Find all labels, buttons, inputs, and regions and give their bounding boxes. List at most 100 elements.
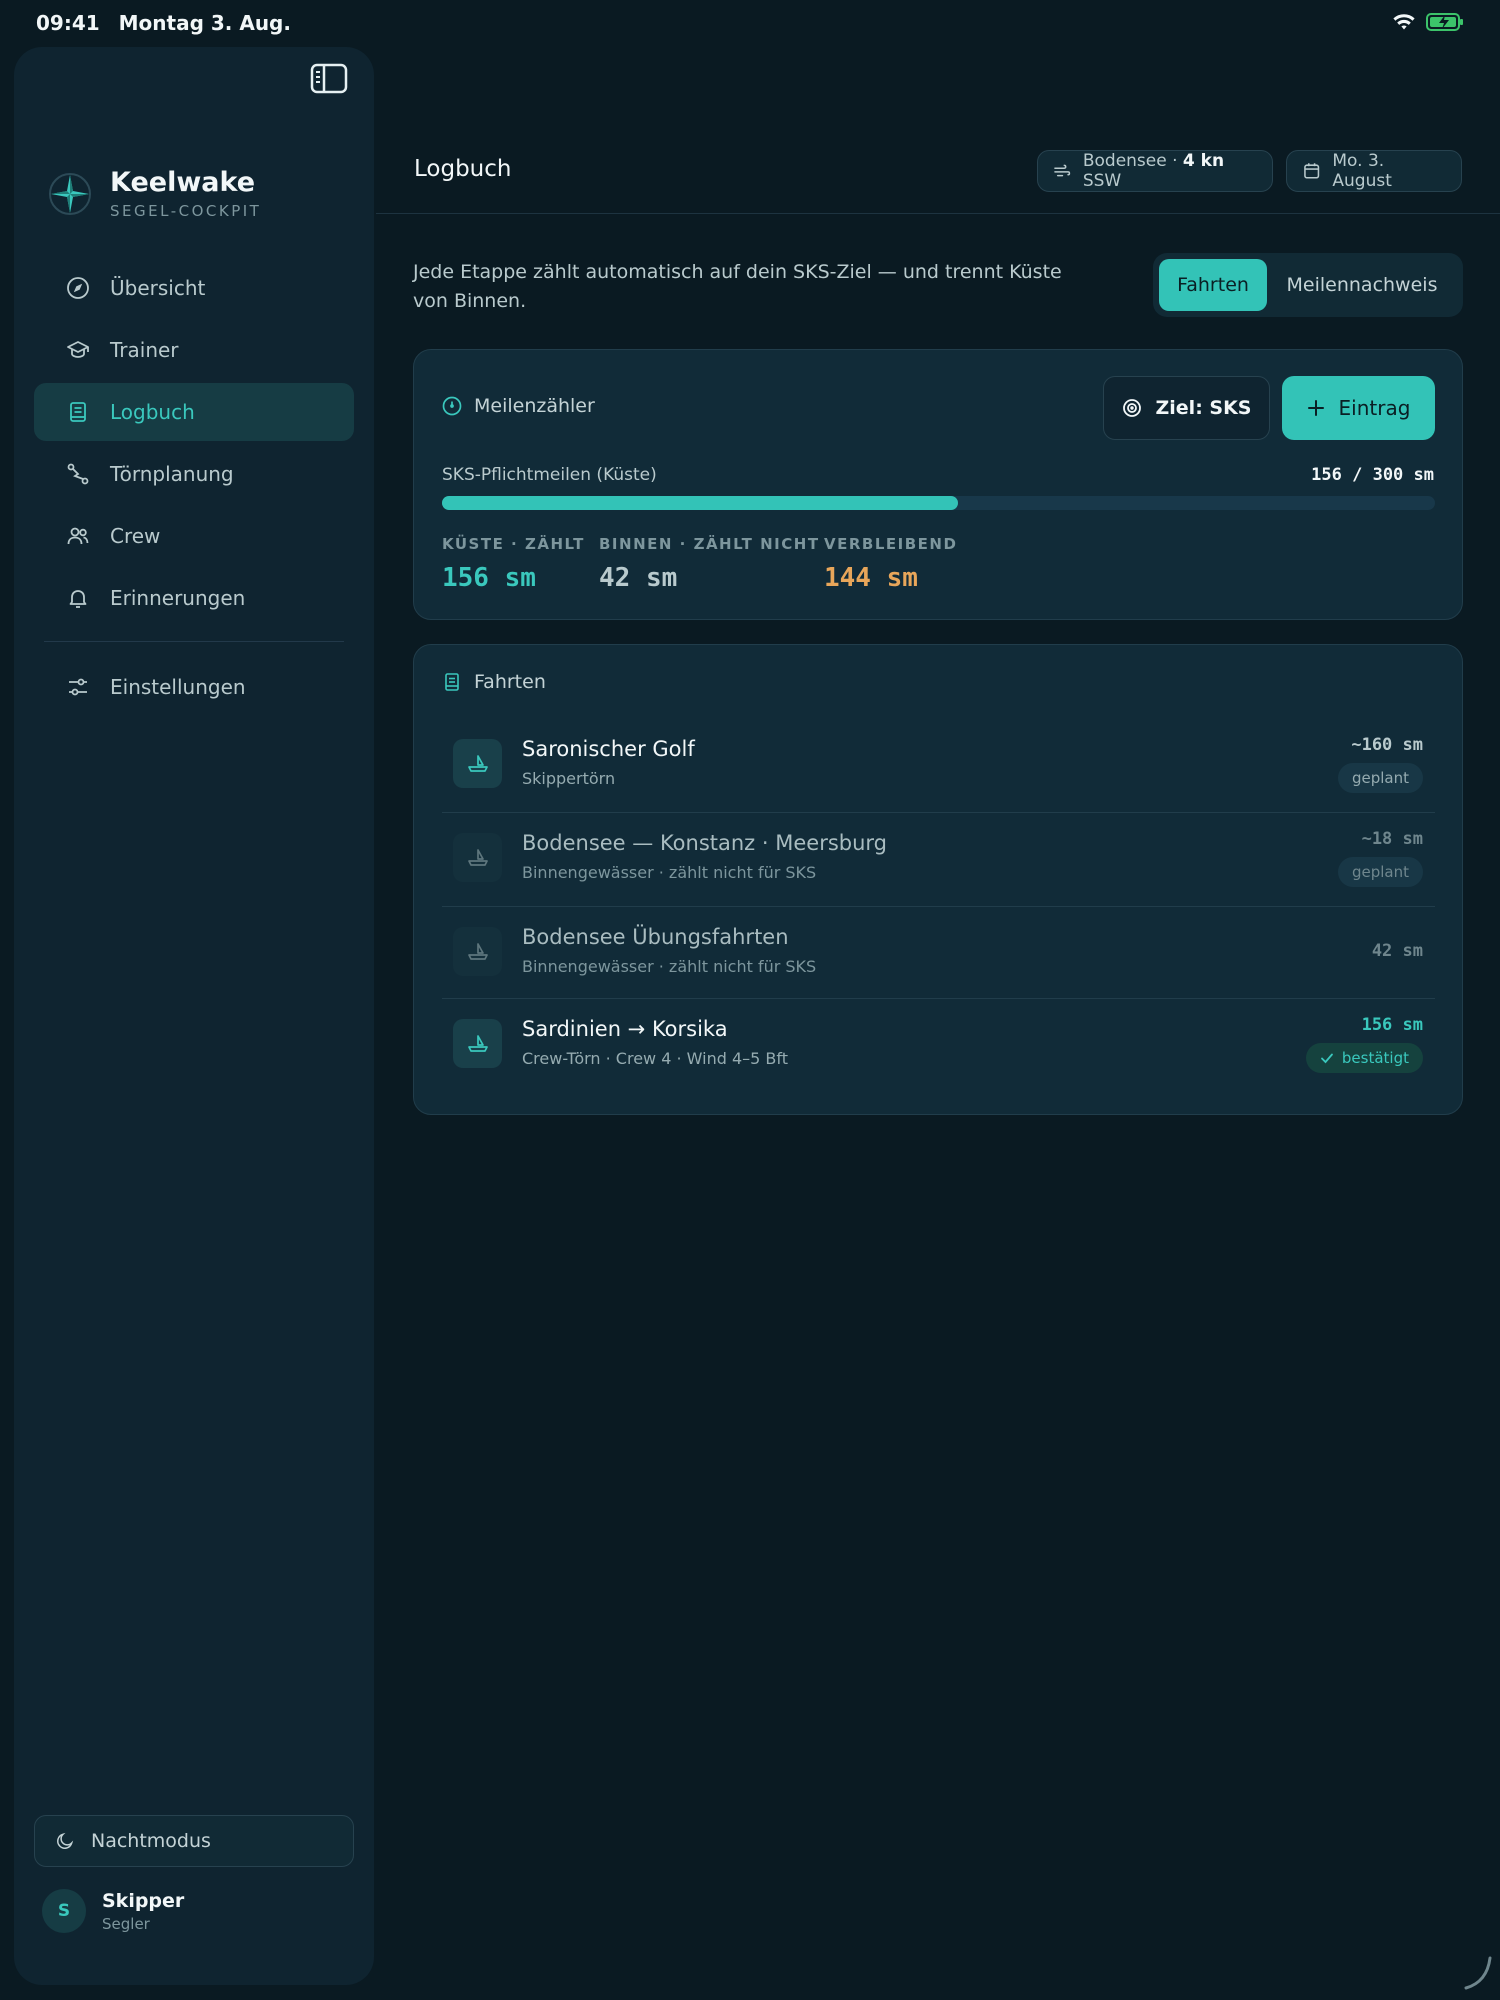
mileage-header: Meilenzähler <box>442 395 595 417</box>
status-badge-label: bestätigt <box>1341 1049 1409 1067</box>
trip-row[interactable]: Sardinien → Korsika Crew-Törn · Crew 4 ·… <box>442 999 1435 1093</box>
sidebar-item-uebersicht[interactable]: Übersicht <box>34 259 354 317</box>
graduation-cap-icon <box>67 341 89 358</box>
nav-divider <box>44 641 344 642</box>
compass-rose-logo <box>49 172 91 215</box>
sidebar-item-label: Einstellungen <box>110 675 246 699</box>
target-icon <box>1122 399 1141 417</box>
status-bar: 09:41 Montag 3. Aug. <box>0 0 1500 44</box>
add-entry-button[interactable]: Eintrag <box>1282 376 1435 440</box>
compass-icon <box>67 277 89 299</box>
boat-icon-tile <box>453 927 502 976</box>
stat-remaining: VERBLEIBEND 144 sm <box>824 535 957 593</box>
boat-icon-tile <box>453 833 502 882</box>
progress-track <box>442 496 1435 510</box>
sailboat-icon <box>467 848 488 866</box>
stat-value: 42 sm <box>599 563 678 593</box>
page-title: Logbuch <box>414 156 512 182</box>
page-header: Logbuch Bodensee · 4 kn SSW Mo. 3. Augus… <box>376 120 1500 214</box>
stat-label: BINNEN · ZÄHLT NICHT <box>599 535 820 553</box>
trip-row[interactable]: Bodensee — Konstanz · Meersburg Binnenge… <box>442 813 1435 907</box>
sidebar-item-erinnerungen[interactable]: Erinnerungen <box>34 569 354 627</box>
trip-row[interactable]: Bodensee Übungsfahrten Binnengewässer · … <box>442 907 1435 999</box>
add-entry-label: Eintrag <box>1338 396 1411 420</box>
status-badge: bestätigt <box>1305 1043 1423 1073</box>
brand-name: Keelwake <box>110 167 256 198</box>
sliders-icon <box>69 678 87 696</box>
trip-row[interactable]: Saronischer Golf Skippertörn ~160 sm gep… <box>442 719 1435 813</box>
sailboat-icon <box>467 1034 488 1052</box>
mileage-title: Meilenzähler <box>474 395 595 417</box>
sidebar-item-logbuch[interactable]: Logbuch <box>34 383 354 441</box>
weather-place: Bodensee · <box>1082 151 1178 171</box>
sidebar-item-label: Crew <box>110 524 161 548</box>
progress-label: SKS-Pflichtmeilen (Küste) <box>442 465 657 485</box>
status-date: Montag 3. Aug. <box>118 11 291 35</box>
bell-icon <box>69 590 87 608</box>
calendar-icon <box>1304 163 1320 179</box>
sidebar-toggle-icon <box>310 63 348 94</box>
night-mode-button[interactable]: Nachtmodus <box>34 1815 354 1867</box>
trip-subtitle: Skippertörn <box>522 769 616 788</box>
sidebar-item-toernplanung[interactable]: Törnplanung <box>34 445 354 503</box>
avatar: S <box>42 1889 86 1933</box>
user-role: Segler <box>102 1914 150 1933</box>
sidebar-item-einstellungen[interactable]: Einstellungen <box>34 658 354 716</box>
sailboat-icon <box>467 942 488 960</box>
stat-label: VERBLEIBEND <box>824 535 958 553</box>
users-icon <box>67 527 89 545</box>
date-label: Mo. 3. August <box>1332 151 1392 191</box>
progress-fill <box>442 496 959 510</box>
status-badge-label: geplant <box>1351 769 1409 787</box>
view-tabs: Fahrten Meilennachweis <box>1153 253 1463 317</box>
trip-title: Saronischer Golf <box>522 737 695 761</box>
night-mode-label: Nachtmodus <box>91 1830 211 1852</box>
status-badge: geplant <box>1337 857 1423 887</box>
stat-value: 144 sm <box>824 563 918 593</box>
plus-icon <box>1307 400 1324 416</box>
sidebar-item-label: Törnplanung <box>110 462 234 486</box>
wind-icon <box>1054 164 1071 177</box>
stat-label: KÜSTE · ZÄHLT <box>442 535 585 553</box>
mileage-card: Meilenzähler Ziel: SKS Eintrag SKS-Pflic… <box>413 349 1463 620</box>
stat-value: 156 sm <box>442 563 536 593</box>
trip-subtitle: Binnengewässer · zählt nicht für SKS <box>522 957 817 976</box>
boat-icon-tile <box>453 1019 502 1068</box>
trips-title: Fahrten <box>474 671 546 693</box>
trip-title: Sardinien → Korsika <box>522 1017 728 1041</box>
trip-miles: ~18 sm <box>1361 829 1423 849</box>
trip-miles: 156 sm <box>1361 1015 1423 1035</box>
weather-direction: SSW <box>1082 171 1122 191</box>
tab-meilennachweis[interactable]: Meilennachweis <box>1273 259 1451 311</box>
sidebar-toggle-button[interactable] <box>310 63 348 95</box>
user-profile[interactable]: S Skipper Segler <box>42 1889 184 1933</box>
status-time: 09:41 <box>36 11 100 35</box>
trip-miles: ~160 sm <box>1351 735 1423 755</box>
status-badge-label: geplant <box>1351 863 1409 881</box>
moon-icon <box>57 1832 74 1849</box>
sailboat-icon <box>467 754 488 772</box>
user-name: Skipper <box>102 1889 185 1912</box>
stat-inland: BINNEN · ZÄHLT NICHT 42 sm <box>599 535 820 593</box>
weather-chip[interactable]: Bodensee · 4 kn SSW <box>1037 150 1273 192</box>
trip-list: Saronischer Golf Skippertörn ~160 sm gep… <box>442 719 1435 1093</box>
sidebar-nav: Übersicht Trainer Logbuch Törnplanung Cr… <box>34 259 354 720</box>
sidebar-item-label: Übersicht <box>110 276 206 300</box>
sidebar-item-crew[interactable]: Crew <box>34 507 354 565</box>
check-icon <box>1321 1053 1333 1064</box>
weather-wind: 4 kn <box>1182 151 1225 171</box>
trips-header: Fahrten <box>442 671 546 693</box>
trip-subtitle: Crew-Törn · Crew 4 · Wind 4–5 Bft <box>522 1049 788 1068</box>
battery-charging-icon <box>1426 13 1463 31</box>
tab-fahrten[interactable]: Fahrten <box>1159 259 1267 311</box>
date-chip[interactable]: Mo. 3. August <box>1286 150 1462 192</box>
trips-card: Fahrten Saronischer Golf Skippertörn ~16… <box>413 644 1463 1115</box>
book-icon <box>70 402 86 422</box>
sidebar-item-label: Erinnerungen <box>110 586 246 610</box>
boat-icon-tile <box>453 739 502 788</box>
wifi-icon <box>1393 14 1415 30</box>
sidebar-item-trainer[interactable]: Trainer <box>34 321 354 379</box>
book-icon <box>445 673 459 691</box>
sidebar: Keelwake SEGEL-COCKPIT Übersicht Trainer… <box>14 47 374 1985</box>
goal-button[interactable]: Ziel: SKS <box>1103 376 1270 440</box>
